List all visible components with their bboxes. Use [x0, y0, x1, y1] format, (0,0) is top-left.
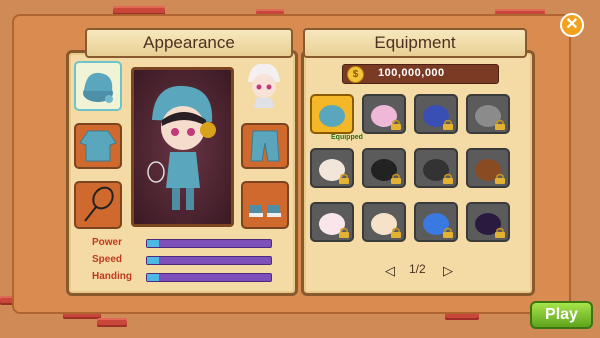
lock-icon	[495, 227, 505, 238]
equipment-item[interactable]	[414, 202, 458, 242]
slot-weapon[interactable]	[74, 181, 122, 229]
character-icon	[147, 85, 216, 210]
prev-page-icon[interactable]: ◁	[385, 263, 395, 279]
equipped-label: Equipped	[331, 134, 363, 141]
lock-icon	[443, 119, 453, 130]
lock-icon	[339, 227, 349, 238]
stat-handing-bar	[146, 273, 272, 282]
play-button[interactable]: Play	[530, 301, 593, 329]
appearance-title: Appearance	[85, 28, 293, 58]
equipment-item[interactable]	[310, 202, 354, 242]
stat-power-label: Power	[92, 237, 123, 248]
equipment-item[interactable]	[362, 94, 406, 134]
equipment-item[interactable]	[466, 202, 510, 242]
close-button[interactable]: ✕	[560, 13, 584, 37]
slot-shoes[interactable]	[241, 181, 289, 229]
lock-icon	[391, 173, 401, 184]
character-preview	[131, 67, 234, 227]
equipment-item[interactable]	[310, 148, 354, 188]
stat-speed-label: Speed	[92, 254, 123, 265]
lock-icon	[391, 227, 401, 238]
slot-hat[interactable]	[74, 61, 122, 111]
gold-display: $ 100,000,000	[342, 64, 499, 84]
equipment-item[interactable]	[310, 94, 354, 134]
lock-icon	[495, 173, 505, 184]
stat-power-bar	[146, 239, 272, 248]
hat-icon	[319, 105, 345, 127]
pager: ◁ 1/2 ▷	[381, 262, 461, 278]
jacket-icon	[79, 130, 117, 162]
stat-handing-label: Handing	[92, 271, 132, 282]
pet-avatar	[244, 60, 284, 108]
lock-icon	[391, 119, 401, 130]
equipment-item[interactable]	[362, 202, 406, 242]
decor-brick	[97, 318, 127, 327]
equipment-item[interactable]	[466, 148, 510, 188]
lock-icon	[443, 173, 453, 184]
shoes-icon	[249, 205, 281, 217]
pet-icon	[248, 63, 280, 108]
equipment-item[interactable]	[414, 148, 458, 188]
stat-speed-bar	[146, 256, 272, 265]
slot-top[interactable]	[74, 123, 122, 169]
lock-icon	[339, 173, 349, 184]
hat-icon	[83, 72, 113, 103]
equipment-item[interactable]	[414, 94, 458, 134]
pants-icon	[250, 130, 280, 162]
lock-icon	[443, 227, 453, 238]
slot-pants[interactable]	[241, 123, 289, 169]
gold-amount: 100,000,000	[378, 67, 445, 79]
page-indicator: 1/2	[409, 262, 426, 276]
racket-icon	[84, 186, 114, 222]
equipment-item[interactable]	[362, 148, 406, 188]
next-page-icon[interactable]: ▷	[443, 263, 453, 279]
lock-icon	[495, 119, 505, 130]
equipment-item[interactable]	[466, 94, 510, 134]
equipment-title: Equipment	[303, 28, 527, 58]
coin-icon: $	[347, 66, 364, 83]
